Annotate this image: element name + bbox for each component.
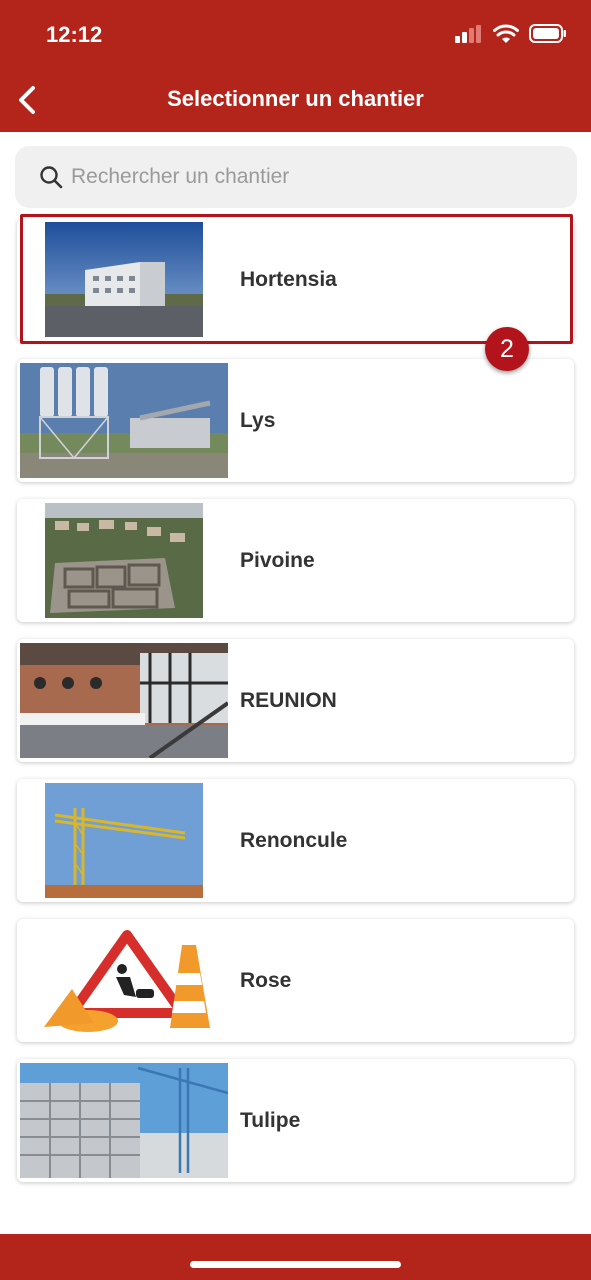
wifi-icon xyxy=(493,24,519,43)
status-time: 12:12 xyxy=(46,22,103,47)
chantier-card-rose[interactable]: Rose xyxy=(17,919,574,1042)
chantier-card-lys[interactable]: Lys xyxy=(17,359,574,482)
site-thumbnail xyxy=(20,643,228,758)
site-thumbnail xyxy=(20,363,228,478)
battery-icon xyxy=(529,24,566,43)
chantier-name: Renoncule xyxy=(240,828,348,852)
site-thumbnail xyxy=(45,503,203,618)
app-header: 12:12 Selectionner un chantier xyxy=(0,0,591,132)
search-icon xyxy=(40,166,63,189)
bottom-bar xyxy=(0,1234,591,1280)
site-thumbnail xyxy=(32,923,217,1038)
page-title: Selectionner un chantier xyxy=(167,86,424,111)
search-bar xyxy=(15,146,577,208)
step-badge: 2 xyxy=(485,327,529,371)
site-thumbnail xyxy=(20,1063,228,1178)
chantier-card-reunion[interactable]: REUNION xyxy=(17,639,574,762)
site-thumbnail xyxy=(45,783,203,898)
signal-icon xyxy=(455,24,481,43)
chantier-name: Rose xyxy=(240,968,292,992)
home-indicator[interactable] xyxy=(190,1261,401,1268)
chantier-name: Pivoine xyxy=(240,548,315,572)
status-icons xyxy=(455,24,567,43)
chantier-card-tulipe[interactable]: Tulipe xyxy=(17,1059,574,1182)
chantier-name: Tulipe xyxy=(240,1108,301,1132)
chantier-card-renoncule[interactable]: Renoncule xyxy=(17,779,574,902)
chantier-card-pivoine[interactable]: Pivoine xyxy=(17,499,574,622)
chantier-name: REUNION xyxy=(240,688,337,712)
highlight-frame xyxy=(20,214,573,344)
chantier-name: Lys xyxy=(240,408,276,432)
search-input[interactable] xyxy=(71,158,561,196)
